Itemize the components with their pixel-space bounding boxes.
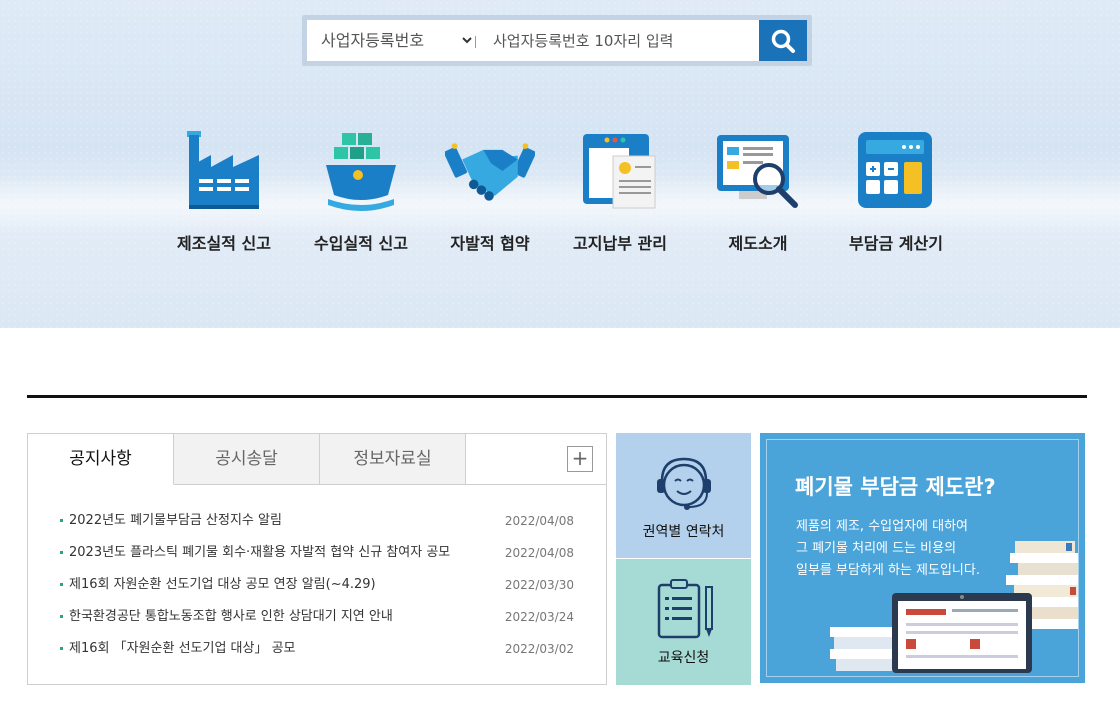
notice-title: 2023년도 플라스틱 폐기물 회수·재활용 자발적 협약 신규 참여자 공모 [69, 545, 451, 560]
clipboard-pen-icon [657, 579, 713, 639]
business-number-search: 사업자등록번호 [302, 15, 812, 66]
more-button[interactable]: + [567, 446, 593, 472]
education-apply-link[interactable]: 교육신청 [616, 559, 751, 685]
cargo-ship-icon [326, 133, 396, 211]
menu-label: 자발적 협약 [450, 234, 530, 253]
list-item[interactable]: 제16회 「자원순환 선도기업 대상」 공모 2022/03/02 [60, 638, 580, 670]
notice-list: 2022년도 폐기물부담금 산정지수 알림 2022/04/08 2023년도 플… [60, 510, 580, 670]
regional-contact-label: 권역별 연락처 [642, 524, 725, 540]
menu-charge-calculator[interactable]: 부담금 계산기 [836, 120, 956, 254]
menu-voluntary-agreement[interactable]: 자발적 협약 [430, 120, 550, 254]
notice-date: 2022/03/24 [504, 610, 574, 624]
notice-board: 공지사항 공시송달 정보자료실 + 2022년도 폐기물부담금 산정지수 알림 2… [27, 433, 607, 685]
search-icon [771, 29, 795, 53]
tab-info-library[interactable]: 정보자료실 [320, 434, 466, 485]
notice-title: 제16회 「자원순환 선도기업 대상」 공모 [69, 641, 296, 656]
monitor-magnifier-icon [717, 135, 798, 208]
board-tabs: 공지사항 공시송달 정보자료실 + [28, 434, 606, 485]
search-input[interactable] [493, 20, 753, 61]
factory-icon [187, 131, 259, 209]
list-item[interactable]: 제16회 자원순환 선도기업 대상 공모 연장 알림(~4.29) 2022/03… [60, 574, 580, 606]
education-apply-label: 교육신청 [657, 650, 710, 666]
charge-system-banner[interactable]: 폐기물 부담금 제도란? 제품의 제조, 수입업자에 대하여 그 폐기물 처리에… [760, 433, 1085, 683]
tab-public-service[interactable]: 공시송달 [174, 434, 320, 485]
list-item[interactable]: 한국환경공단 통합노동조합 행사로 인한 상담대기 지연 안내 2022/03/2… [60, 606, 580, 638]
chevron-down-icon [461, 20, 473, 78]
section-divider [27, 395, 1087, 398]
notice-title: 2022년도 폐기물부담금 산정지수 알림 [69, 513, 282, 528]
search-box: 사업자등록번호 [307, 20, 759, 61]
menu-label: 제도소개 [728, 234, 788, 253]
headset-agent-icon [657, 457, 711, 510]
menu-label: 수입실적 신고 [314, 234, 408, 253]
menu-billing-payment[interactable]: 고지납부 관리 [560, 120, 680, 254]
list-item[interactable]: 2022년도 폐기물부담금 산정지수 알림 2022/04/08 [60, 510, 580, 542]
hero-section: 사업자등록번호 제조실 [0, 0, 1120, 328]
menu-label: 고지납부 관리 [573, 234, 667, 253]
notice-date: 2022/03/30 [504, 578, 574, 592]
search-divider [475, 36, 476, 48]
banner-title: 폐기물 부담금 제도란? [795, 475, 996, 499]
books-laptop-illustration [830, 541, 1078, 673]
calculator-icon [858, 132, 932, 208]
notice-date: 2022/03/02 [504, 642, 574, 656]
menu-import-report[interactable]: 수입실적 신고 [301, 120, 421, 254]
handshake-icon [445, 143, 535, 201]
search-button[interactable] [759, 20, 807, 61]
search-type-select[interactable]: 사업자등록번호 [321, 20, 472, 61]
notice-date: 2022/04/08 [504, 546, 574, 560]
bill-document-icon [583, 134, 656, 209]
tab-notice[interactable]: 공지사항 [28, 434, 174, 485]
regional-contact-link[interactable]: 권역별 연락처 [616, 433, 751, 558]
menu-manufacture-report[interactable]: 제조실적 신고 [164, 120, 284, 254]
menu-label: 부담금 계산기 [849, 234, 943, 253]
notice-title: 제16회 자원순환 선도기업 대상 공모 연장 알림(~4.29) [69, 577, 376, 592]
search-type-label: 사업자등록번호 [321, 31, 425, 50]
notice-title: 한국환경공단 통합노동조합 행사로 인한 상담대기 지연 안내 [69, 609, 393, 624]
menu-label: 제조실적 신고 [177, 234, 271, 253]
menu-system-intro[interactable]: 제도소개 [698, 120, 818, 254]
notice-date: 2022/04/08 [504, 514, 574, 528]
list-item[interactable]: 2023년도 플라스틱 폐기물 회수·재활용 자발적 협약 신규 참여자 공모 2… [60, 542, 580, 574]
